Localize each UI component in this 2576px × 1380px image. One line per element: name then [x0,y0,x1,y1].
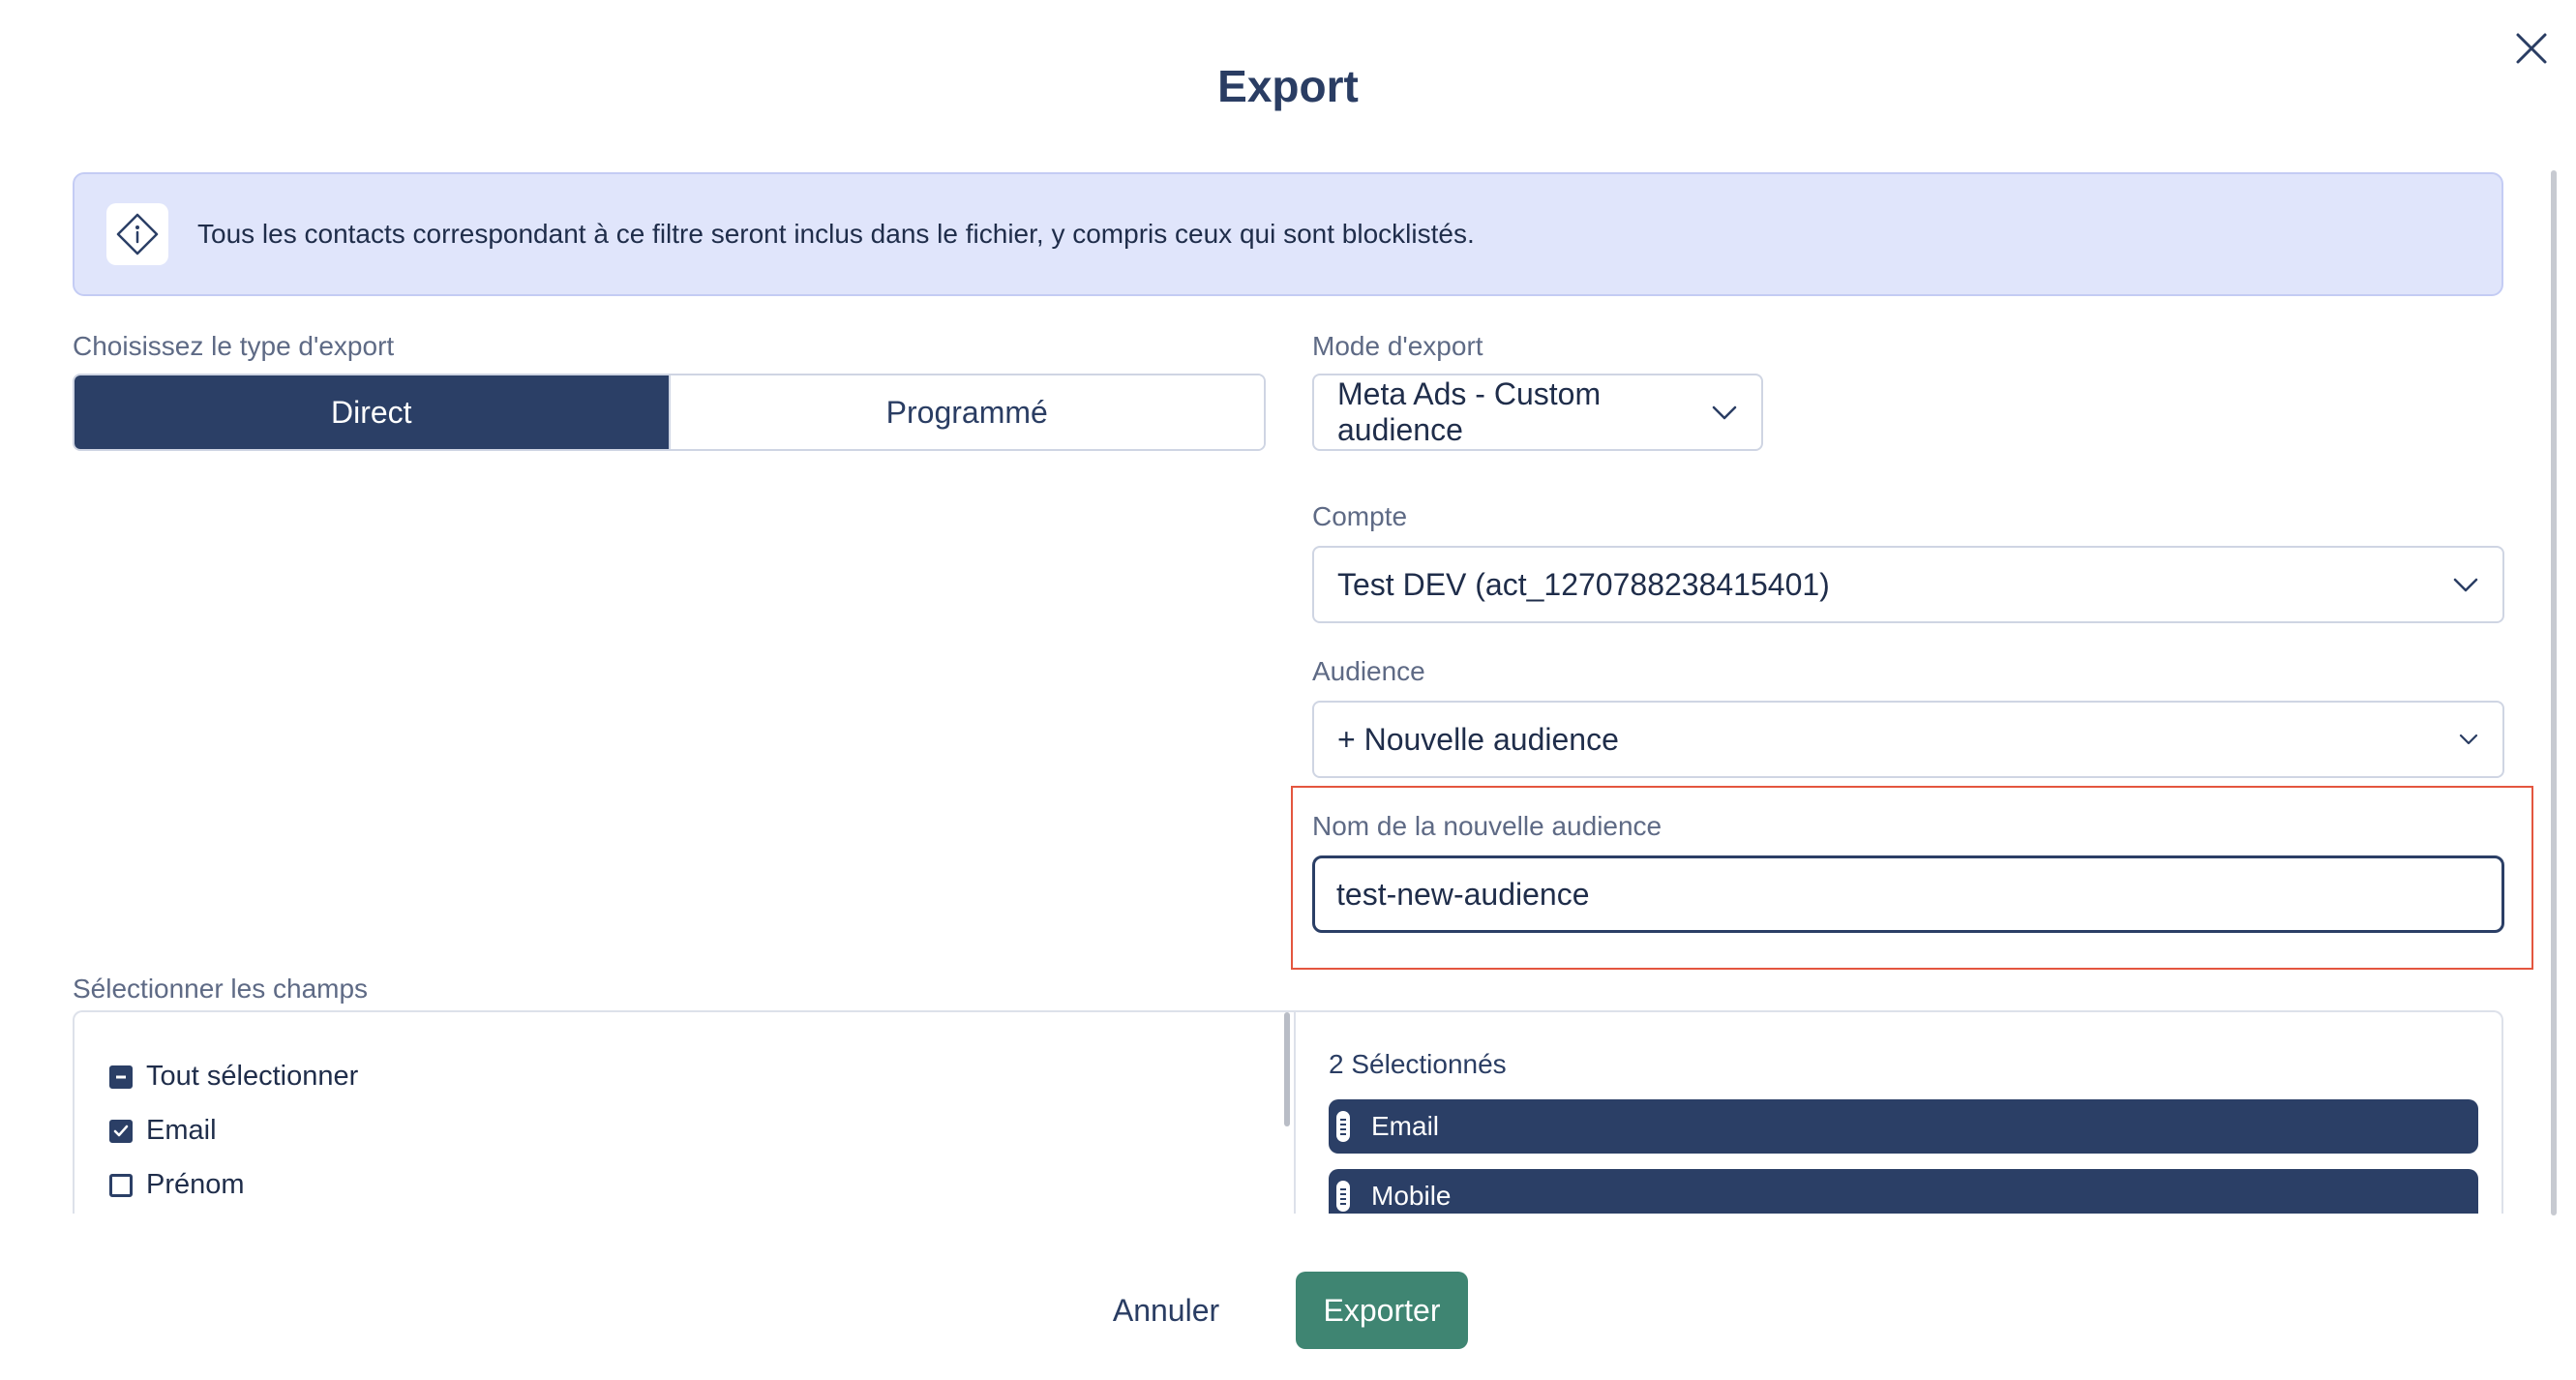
info-banner-text: Tous les contacts correspondant à ce fil… [197,219,1475,249]
export-type-scheduled-button[interactable]: Programmé [668,375,1264,449]
checkbox-label: Tout sélectionner [146,1061,359,1092]
export-type-toggle: Direct Programmé [73,374,1266,451]
chevron-down-icon [2458,729,2479,750]
export-dialog: Export Tous les contacts correspondant à… [0,0,2576,1380]
selected-field-chip[interactable]: Mobile [1329,1169,2478,1214]
export-mode-select[interactable]: Meta Ads - Custom audience [1312,374,1763,451]
checkbox-label: Prénom [146,1169,245,1200]
chevron-down-icon [2452,571,2479,598]
field-checkbox-prenom[interactable]: Prénom [109,1169,245,1201]
field-checkbox-email[interactable]: Email [109,1115,217,1147]
export-mode-label: Mode d'export [1312,331,1483,361]
selected-fields-list: 2 Sélectionnés Email Mobile [1296,1012,2501,1214]
dialog-scrollbar[interactable] [2551,170,2557,1215]
export-button[interactable]: Exporter [1296,1272,1468,1349]
info-banner: Tous les contacts correspondant à ce fil… [73,172,2503,296]
available-fields-list: Tout sélectionner Email Prénom [75,1012,1294,1214]
info-diamond-icon [106,203,168,265]
export-mode-value: Meta Ads - Custom audience [1337,376,1602,447]
account-select[interactable]: Test DEV (act_1270788238415401) [1312,546,2504,623]
dialog-title: Export [1217,61,1359,111]
selected-field-chip[interactable]: Email [1329,1099,2478,1154]
fields-panel: Tout sélectionner Email Prénom 2 Sélecti… [73,1010,2503,1214]
indeterminate-checkbox-icon [109,1065,133,1089]
new-audience-label: Nom de la nouvelle audience [1312,811,1662,841]
dialog-footer: Annuler Exporter [0,1272,2576,1349]
chip-label: Mobile [1371,1181,1452,1211]
audience-label: Audience [1312,656,1425,686]
new-audience-name-input[interactable] [1312,855,2504,933]
select-all-checkbox[interactable]: Tout sélectionner [109,1061,358,1093]
audience-select[interactable]: + Nouvelle audience [1312,701,2504,778]
audience-value: + Nouvelle audience [1337,721,1619,757]
cancel-button[interactable]: Annuler [1093,1272,1239,1349]
chevron-down-icon [1711,399,1738,426]
fields-label: Sélectionner les champs [73,974,369,1004]
chip-label: Email [1371,1111,1440,1141]
checked-checkbox-icon [109,1119,133,1143]
fields-list-scrollbar[interactable] [1284,1012,1290,1126]
export-type-label: Choisissez le type d'export [73,331,395,361]
account-label: Compte [1312,501,1408,531]
export-type-direct-button[interactable]: Direct [75,375,669,449]
drag-handle-icon[interactable] [1336,1181,1350,1212]
drag-handle-icon[interactable] [1336,1111,1350,1142]
unchecked-checkbox-icon [109,1173,133,1197]
selected-count: 2 Sélectionnés [1329,1049,1507,1079]
checkbox-label: Email [146,1115,217,1146]
account-value: Test DEV (act_1270788238415401) [1337,566,1830,602]
